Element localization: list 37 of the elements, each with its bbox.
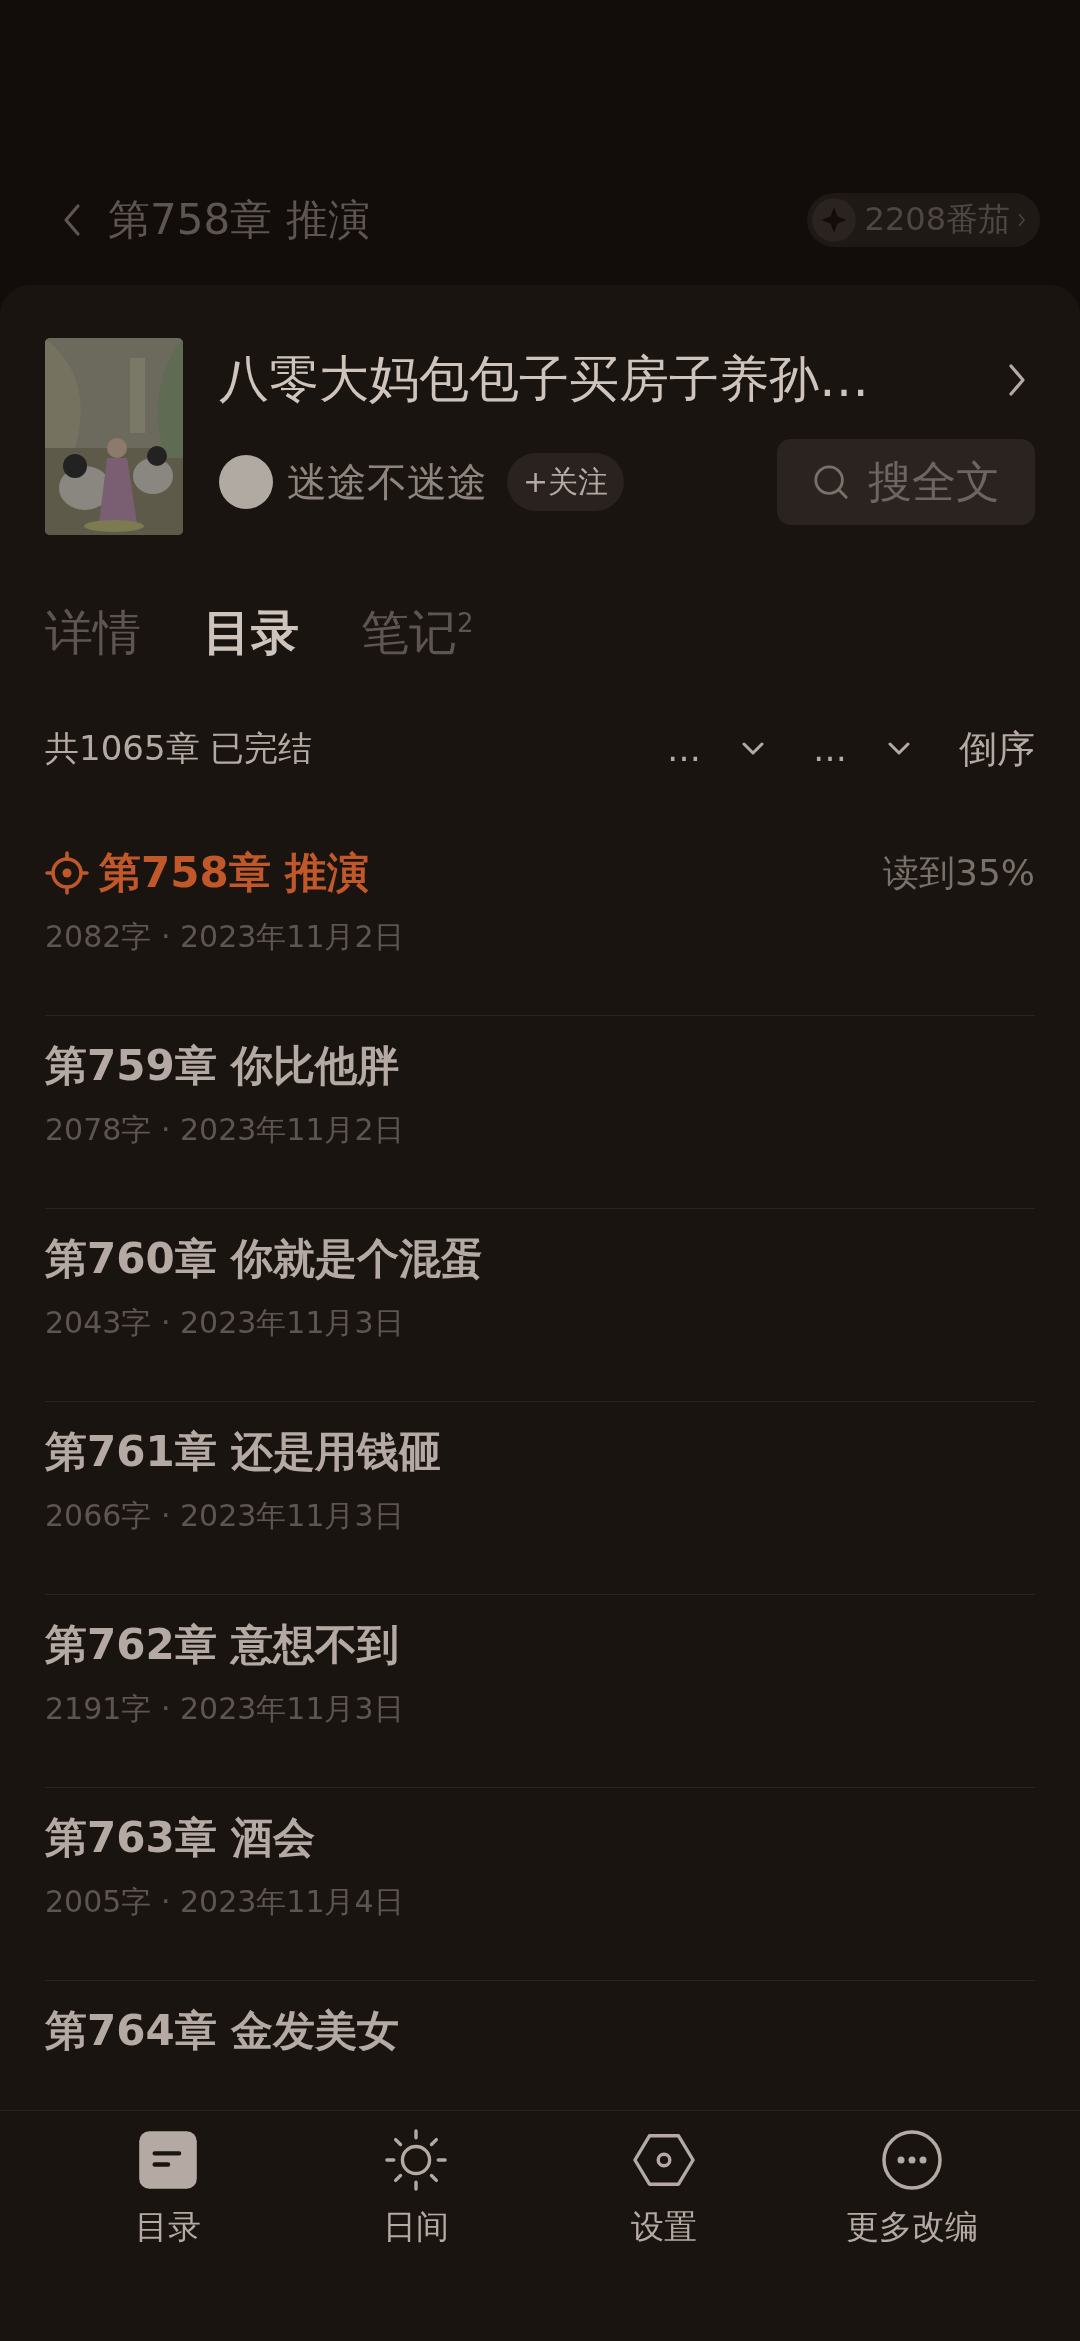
chapter-meta: 2005字 · 2023年11月4日 — [45, 1883, 405, 1921]
chapter-title[interactable]: 第760章 你就是个混蛋 — [45, 1231, 484, 1287]
chapter-title: 第758章 推演 — [108, 194, 370, 246]
coin-icon — [810, 197, 857, 243]
author-name[interactable]: 迷途不迷途 — [287, 454, 487, 510]
filter-dropdown[interactable]: … — [667, 729, 765, 769]
chapter-title[interactable]: 第763章 酒会 — [45, 1810, 316, 1866]
back-icon[interactable] — [62, 203, 82, 237]
chapter-title[interactable]: 第764章 金发美女 — [45, 2003, 400, 2059]
caret-icon — [887, 742, 911, 756]
bottom-nav-item[interactable]: 日间 — [292, 2111, 540, 2341]
chapter-title[interactable]: 第758章 推演 — [99, 845, 370, 901]
more-icon — [881, 2129, 943, 2191]
avatar — [219, 455, 273, 509]
chevron-icon — [1018, 213, 1026, 227]
chapter-meta: 2078字 · 2023年11月2日 — [45, 1111, 405, 1149]
chapter-meta: 2043字 · 2023年11月3日 — [45, 1304, 405, 1342]
chapter-meta: 2191字 · 2023年11月3日 — [45, 1690, 405, 1728]
bottom-nav-item[interactable]: 设置 — [540, 2111, 788, 2341]
follow-button[interactable]: +关注 — [507, 453, 625, 511]
filter-dropdown[interactable]: … — [813, 729, 911, 769]
sort-button[interactable]: 倒序 — [959, 723, 1035, 775]
sun-icon — [385, 2129, 447, 2191]
chapter-summary: 共1065章 已完结 — [45, 727, 313, 770]
book-title[interactable]: 八零大妈包包子买房子养孙… — [219, 346, 869, 413]
chevron-icon[interactable] — [1007, 362, 1027, 397]
bottom-nav-item[interactable]: 目录 — [44, 2111, 292, 2341]
tab[interactable]: 目录 — [203, 601, 299, 665]
chapter-meta: 2066字 · 2023年11月3日 — [45, 1497, 405, 1535]
document-icon — [137, 2129, 199, 2191]
chapter-title[interactable]: 第759章 你比他胖 — [45, 1038, 400, 1094]
chapter-title[interactable]: 第761章 还是用钱砸 — [45, 1424, 442, 1480]
caret-icon — [741, 742, 765, 756]
chapter-meta: 2082字 · 2023年11月2日 — [45, 918, 405, 956]
bottom-nav-item[interactable]: 更多改编 — [788, 2111, 1036, 2341]
chapter-title[interactable]: 第762章 意想不到 — [45, 1617, 400, 1673]
search-icon — [812, 463, 850, 501]
